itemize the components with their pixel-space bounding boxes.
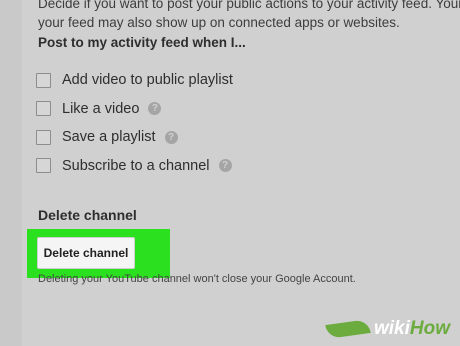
wikihow-watermark: wikiHow (325, 318, 450, 340)
leaf-logo-icon (325, 319, 371, 339)
watermark-wiki: wiki (373, 318, 410, 339)
feed-description-line: Decide if you want to post your public a… (38, 0, 460, 11)
option-add-video-to-playlist[interactable]: Add video to public playlist (36, 66, 233, 95)
subscribe-checkbox[interactable] (36, 158, 51, 174)
delete-channel-note: Deleting your YouTube channel won't clos… (38, 273, 356, 285)
save-playlist-checkbox[interactable] (36, 129, 51, 145)
settings-panel: Decide if you want to post your public a… (22, 0, 460, 346)
feed-description-line: your feed may also show up on connected … (38, 15, 400, 30)
watermark-how: How (409, 318, 450, 339)
help-icon[interactable]: ? (148, 102, 162, 116)
option-save-playlist[interactable]: Save a playlist ? (36, 123, 233, 152)
option-label: Save a playlist (62, 129, 156, 146)
option-label: Add video to public playlist (62, 72, 233, 89)
delete-channel-heading: Delete channel (38, 207, 137, 223)
option-subscribe-channel[interactable]: Subscribe to a channel ? (36, 152, 233, 181)
feed-description: Decide if you want to post your public a… (38, 0, 460, 32)
help-icon[interactable]: ? (218, 159, 232, 173)
feed-options-list: Add video to public playlist Like a vide… (36, 66, 233, 180)
add-video-checkbox[interactable] (36, 72, 51, 88)
feed-section-title: Post to my activity feed when I... (38, 35, 246, 50)
option-label: Like a video (62, 100, 140, 117)
option-like-video[interactable]: Like a video ? (36, 95, 233, 124)
like-video-checkbox[interactable] (36, 101, 51, 117)
help-icon[interactable]: ? (164, 130, 178, 144)
watermark-text: wikiHow (374, 318, 450, 340)
delete-channel-button[interactable]: Delete channel (37, 237, 135, 269)
option-label: Subscribe to a channel (62, 157, 210, 174)
